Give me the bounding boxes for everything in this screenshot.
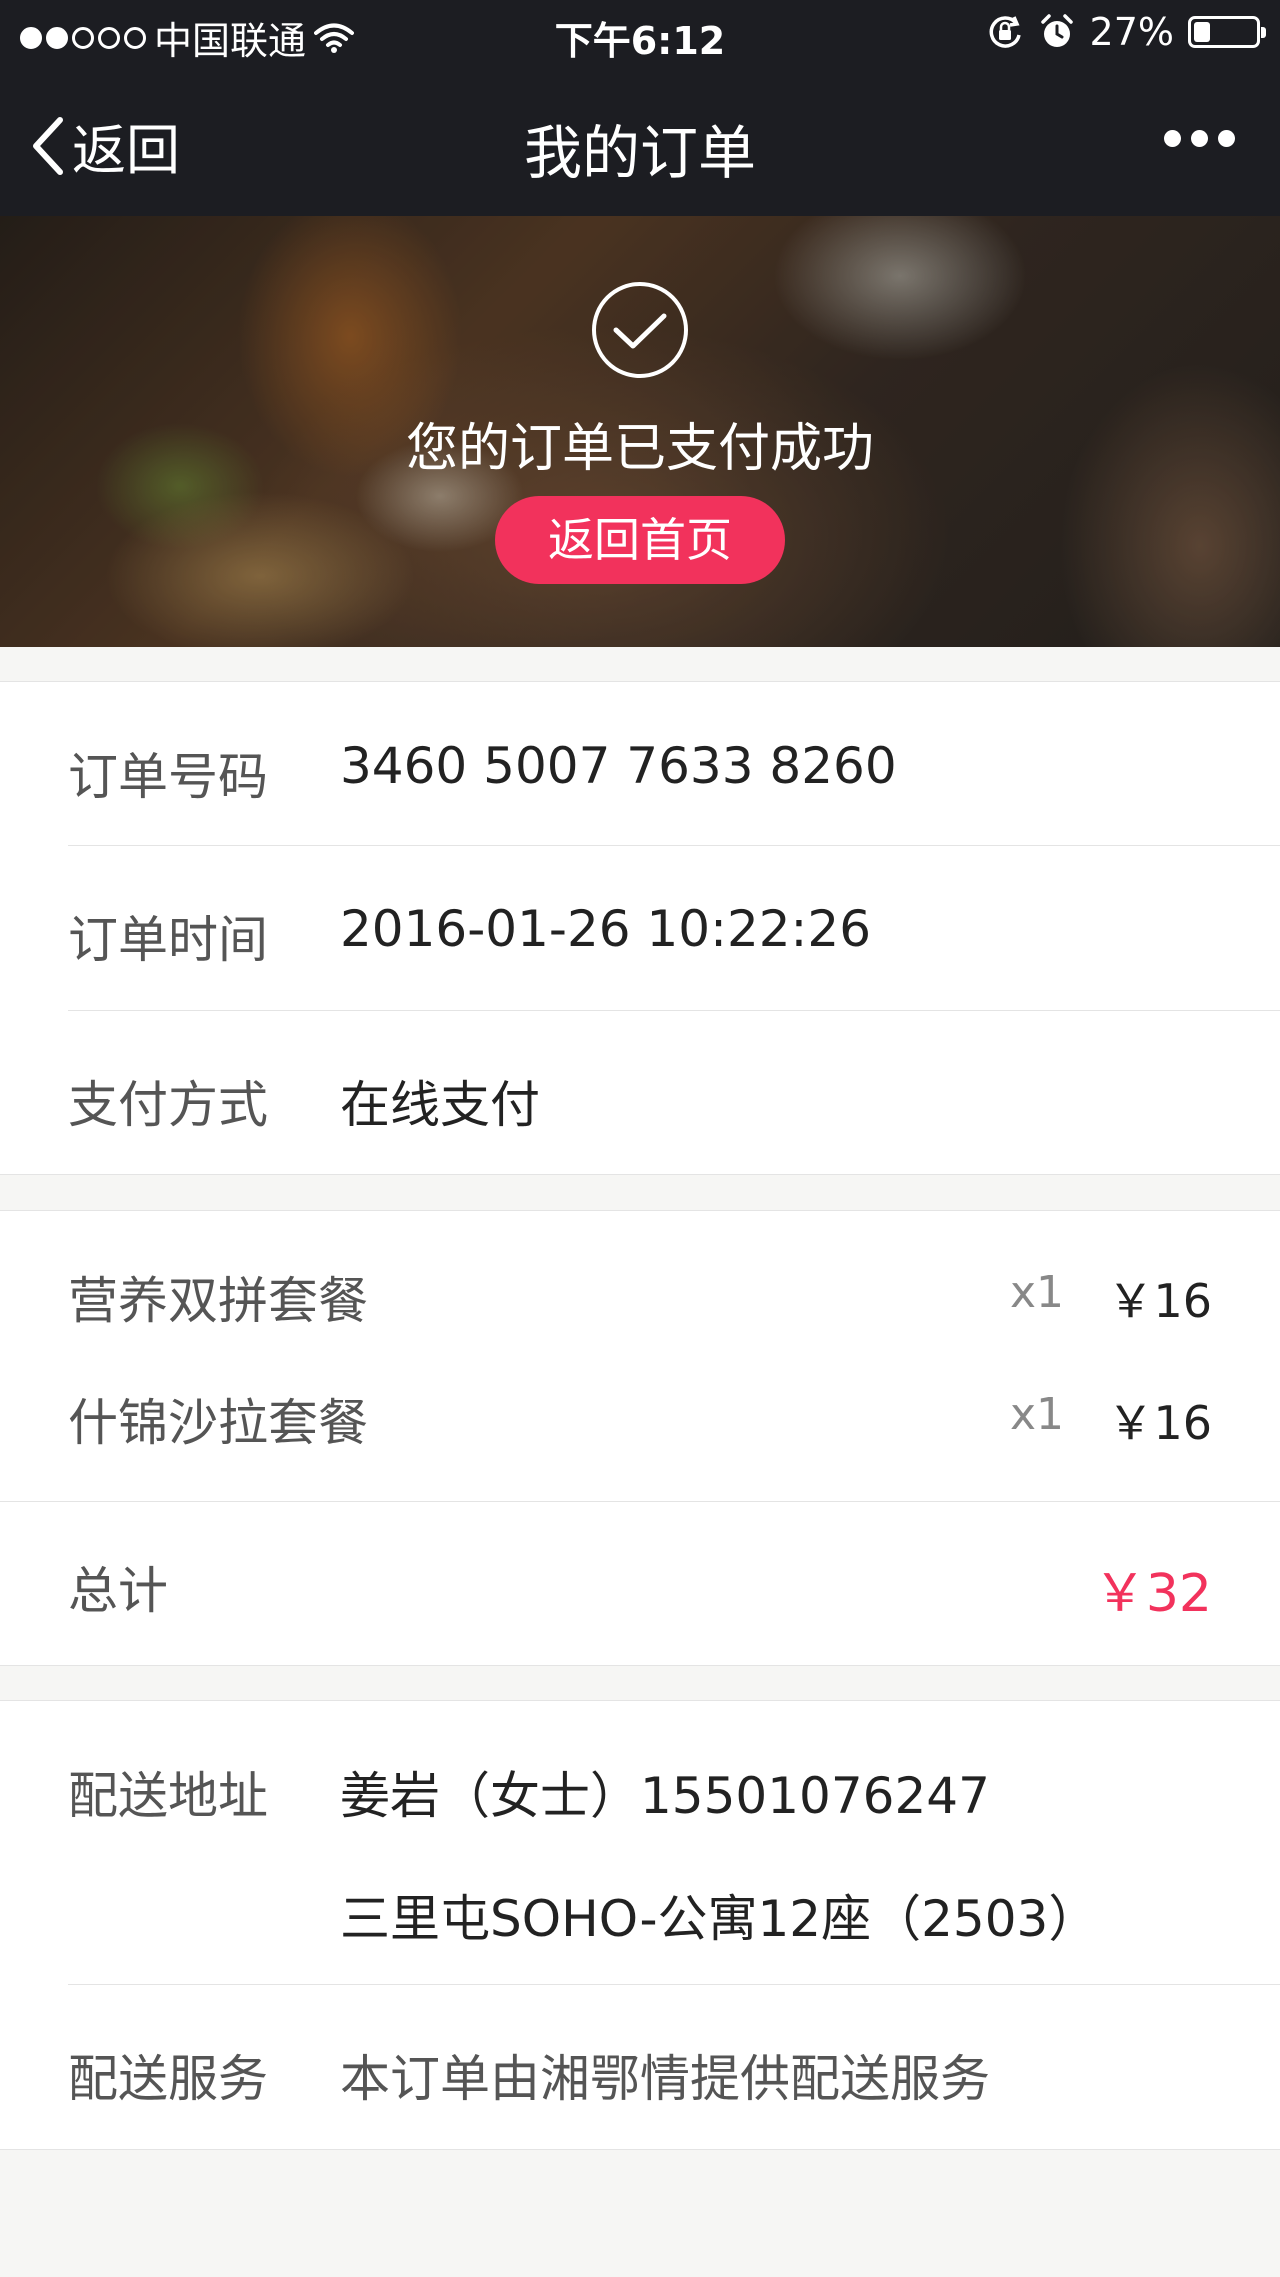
payment-method-value: 在线支付	[340, 1076, 540, 1134]
divider	[68, 1010, 1280, 1011]
delivery-info-card: 配送地址 姜岩（女士）15501076247 三里屯SOHO-公寓12座（250…	[0, 1700, 1280, 2150]
order-number-label: 订单号码	[68, 748, 268, 806]
battery-icon	[1188, 16, 1266, 48]
divider	[68, 1984, 1280, 1985]
order-screen: 中国联通 下午6:12 27% 返回 我的订单 您的订单已支付成功 返回首页 订…	[0, 0, 1280, 2277]
rotation-lock-icon	[989, 16, 1021, 48]
top-bar: 中国联通 下午6:12 27% 返回 我的订单	[0, 0, 1280, 216]
item-quantity: x1	[1010, 1389, 1065, 1440]
order-time-value: 2016-01-26 10:22:26	[340, 900, 872, 958]
battery-percent: 27%	[1089, 10, 1174, 54]
list-item: 营养双拼套餐 x1 ￥16	[0, 1261, 1280, 1331]
status-right: 27%	[986, 10, 1266, 54]
divider	[68, 845, 1280, 846]
check-circle-icon	[592, 282, 688, 378]
success-message: 您的订单已支付成功	[405, 419, 874, 479]
return-home-button[interactable]: 返回首页	[495, 496, 785, 584]
payment-method-label: 支付方式	[68, 1076, 268, 1134]
order-number-value: 3460 5007 7633 8260	[340, 737, 897, 795]
more-menu-button[interactable]	[1164, 130, 1235, 147]
order-info-card: 订单号码 3460 5007 7633 8260 订单时间 2016-01-26…	[0, 681, 1280, 1175]
more-dot-icon	[1164, 130, 1181, 147]
item-price: ￥16	[1107, 1396, 1212, 1450]
more-dot-icon	[1218, 130, 1235, 147]
order-items-card: 营养双拼套餐 x1 ￥16 什锦沙拉套餐 x1 ￥16 总计 ￥32	[0, 1210, 1280, 1666]
delivery-address-line2: 三里屯SOHO-公寓12座（2503）	[340, 1890, 1099, 1948]
total-value: ￥32	[1093, 1564, 1212, 1624]
payment-success-banner: 您的订单已支付成功 返回首页	[0, 216, 1280, 647]
item-name: 营养双拼套餐	[68, 1272, 368, 1330]
item-name: 什锦沙拉套餐	[68, 1394, 368, 1452]
delivery-address-line1: 姜岩（女士）15501076247	[340, 1767, 990, 1825]
item-price: ￥16	[1107, 1274, 1212, 1328]
status-bar: 中国联通 下午6:12 27%	[0, 0, 1280, 66]
delivery-service-label: 配送服务	[68, 2050, 268, 2108]
delivery-address-label: 配送地址	[68, 1767, 268, 1825]
total-label: 总计	[68, 1562, 168, 1620]
item-quantity: x1	[1010, 1267, 1065, 1318]
alarm-icon	[1040, 14, 1073, 47]
navigation-bar: 返回 我的订单	[0, 66, 1280, 216]
order-time-label: 订单时间	[68, 911, 268, 969]
more-dot-icon	[1191, 130, 1208, 147]
battery-fill	[1194, 22, 1210, 42]
list-item: 什锦沙拉套餐 x1 ￥16	[0, 1383, 1280, 1453]
delivery-service-value: 本订单由湘鄂情提供配送服务	[340, 2050, 990, 2108]
total-row: 总计 ￥32	[0, 1551, 1280, 1624]
divider	[0, 1501, 1280, 1502]
page-title: 我的订单	[523, 119, 756, 187]
